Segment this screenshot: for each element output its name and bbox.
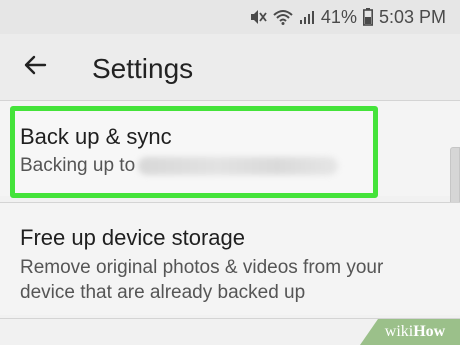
back-button[interactable] bbox=[18, 52, 52, 82]
setting-subtitle: Backing up to bbox=[20, 153, 339, 178]
clock: 5:03 PM bbox=[378, 6, 446, 27]
battery-icon bbox=[362, 8, 373, 26]
status-icons: 41% 5:03 PM bbox=[249, 0, 446, 34]
setting-title: Back up & sync bbox=[20, 124, 172, 149]
status-bar: 41% 5:03 PM bbox=[0, 0, 460, 34]
mute-icon bbox=[249, 9, 267, 25]
back-up-sync-content[interactable]: Back up & sync Backing up to bbox=[15, 106, 373, 188]
subtitle-prefix: Backing up to bbox=[20, 155, 136, 176]
app-bar: Settings bbox=[0, 34, 460, 100]
battery-percent: 41% bbox=[320, 6, 357, 27]
blurred-account bbox=[138, 156, 339, 175]
setting-title: Free up device storage bbox=[20, 225, 246, 250]
arrow-left-icon bbox=[23, 55, 47, 80]
page-title: Settings bbox=[92, 53, 194, 84]
wifi-icon bbox=[273, 9, 293, 25]
setting-subtitle: Remove original photos & videos from you… bbox=[20, 257, 384, 303]
wikihow-watermark: wiki How bbox=[360, 319, 460, 345]
setting-free-up-storage[interactable]: Free up device storage Remove original p… bbox=[0, 203, 460, 315]
divider bbox=[0, 318, 460, 319]
signal-icon bbox=[299, 9, 315, 25]
